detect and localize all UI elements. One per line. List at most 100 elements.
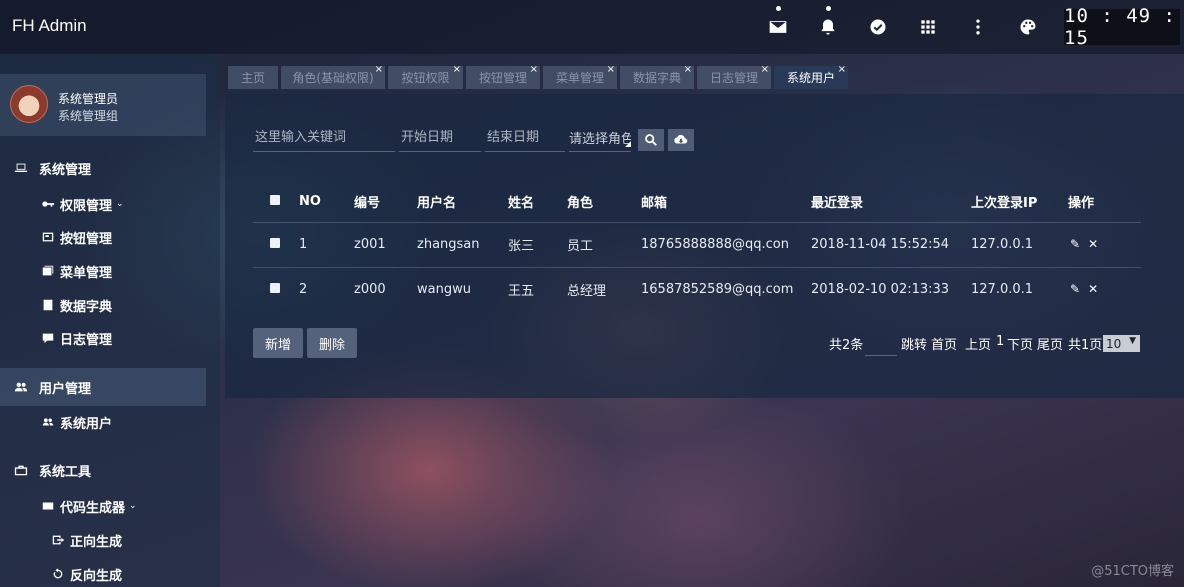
check-circle-icon[interactable] bbox=[865, 14, 891, 40]
table-row[interactable]: 2 z000 wangwu 王五 总经理 16587852589@qq.com … bbox=[253, 266, 1141, 312]
tab-label: 系统用户 bbox=[786, 71, 835, 85]
keyword-search-input[interactable] bbox=[253, 124, 395, 152]
cloud-download-icon bbox=[674, 134, 688, 144]
sidebar-item-system-users[interactable]: 系统用户 bbox=[0, 407, 206, 437]
sidebar-item-button-management[interactable]: 按钮管理 bbox=[0, 222, 206, 252]
sidebar-item-data-dictionary[interactable]: 数据字典 bbox=[0, 290, 206, 320]
column-header[interactable]: 角色 bbox=[567, 182, 641, 222]
close-icon[interactable]: × bbox=[607, 64, 615, 75]
page-size-value: 10 bbox=[1106, 336, 1122, 351]
key-icon bbox=[40, 196, 56, 212]
sidebar-item-code-generator[interactable]: 代码生成器 ⌄ bbox=[0, 491, 206, 521]
close-icon[interactable]: × bbox=[684, 64, 692, 75]
table-row[interactable]: 1 z001 zhangsan 张三 员工 18765888888@qq.con… bbox=[253, 221, 1141, 267]
tab-button-management[interactable]: 按钮管理 × bbox=[466, 64, 540, 89]
sidebar-item-label: 权限管理 bbox=[60, 198, 113, 214]
clock: 10 : 49 : 15 bbox=[1064, 5, 1180, 49]
column-header[interactable]: 上次登录IP bbox=[971, 182, 1068, 222]
tab-label: 菜单管理 bbox=[555, 71, 604, 85]
page-jump-input[interactable] bbox=[865, 330, 897, 356]
row-select-cell bbox=[253, 221, 299, 267]
palette-icon[interactable] bbox=[1015, 14, 1041, 40]
delete-button[interactable]: 删除 bbox=[307, 328, 357, 358]
row-checkbox[interactable] bbox=[270, 238, 280, 248]
sidebar-item-label: 菜单管理 bbox=[60, 265, 113, 281]
tab-home[interactable]: 主页 bbox=[228, 66, 278, 89]
apps-grid-icon[interactable] bbox=[915, 14, 941, 40]
tab-log-management[interactable]: 日志管理 × bbox=[697, 64, 771, 89]
search-button[interactable] bbox=[638, 129, 664, 151]
sidebar-item-system-tools[interactable]: 系统工具 bbox=[0, 455, 206, 485]
delete-icon[interactable]: ✕ bbox=[1086, 282, 1100, 296]
more-vert-icon[interactable] bbox=[965, 14, 991, 40]
close-icon[interactable]: × bbox=[453, 64, 461, 75]
bell-icon[interactable] bbox=[815, 6, 841, 40]
pager-last[interactable]: 尾页 bbox=[1037, 334, 1063, 353]
column-header[interactable]: 邮箱 bbox=[641, 182, 811, 222]
sidebar-item-label: 正向生成 bbox=[70, 534, 123, 550]
user-group: 系统管理组 bbox=[58, 109, 119, 123]
sidebar-item-label: 数据字典 bbox=[60, 299, 113, 315]
sidebar-item-label: 按钮管理 bbox=[60, 231, 113, 247]
pager-total: 共2条 bbox=[829, 338, 864, 353]
column-header[interactable]: 姓名 bbox=[508, 182, 567, 222]
tab-system-users[interactable]: 系统用户 × bbox=[774, 64, 848, 89]
add-button[interactable]: 新增 bbox=[253, 328, 303, 358]
column-header[interactable]: 用户名 bbox=[417, 182, 508, 222]
mail-icon[interactable] bbox=[765, 6, 791, 40]
avatar bbox=[10, 85, 48, 123]
edit-icon[interactable]: ✎ bbox=[1068, 237, 1082, 251]
cell-email: 16587852589@qq.com bbox=[641, 266, 811, 312]
column-header[interactable]: 最近登录 bbox=[811, 182, 971, 222]
cell-last-ip: 127.0.0.1 bbox=[971, 266, 1068, 312]
pager-current: 1 bbox=[996, 334, 1005, 349]
tab-label: 角色(基础权限) bbox=[292, 71, 374, 85]
column-header[interactable]: 编号 bbox=[354, 182, 417, 222]
row-checkbox[interactable] bbox=[270, 283, 280, 294]
tab-menu-management[interactable]: 菜单管理 × bbox=[543, 64, 617, 89]
cell-code: z000 bbox=[354, 266, 417, 312]
dropdown-triangle-icon bbox=[625, 141, 631, 147]
select-all-checkbox[interactable] bbox=[270, 195, 280, 206]
sidebar-item-menu-management[interactable]: 菜单管理 bbox=[0, 256, 206, 286]
sidebar: 系统管理员 系统管理组 系统管理 权限管理 ⌄ 按钮管理 菜单管理 数据字典 日… bbox=[0, 54, 220, 587]
user-name: 系统管理员 bbox=[58, 92, 119, 106]
cell-email: 18765888888@qq.con bbox=[641, 221, 811, 267]
menu-list-icon bbox=[40, 263, 56, 279]
sidebar-item-user-management[interactable]: 用户管理 bbox=[0, 368, 206, 406]
tab-data-dictionary[interactable]: 数据字典 × bbox=[620, 64, 694, 89]
export-button[interactable] bbox=[668, 129, 694, 151]
sidebar-item-permissions[interactable]: 权限管理 ⌄ bbox=[0, 189, 206, 219]
close-icon[interactable]: × bbox=[375, 64, 383, 75]
people-small-icon bbox=[40, 414, 56, 430]
page-size-select[interactable]: 10 ▼ bbox=[1103, 335, 1140, 352]
tab-role-permissions[interactable]: 角色(基础权限) × bbox=[281, 64, 385, 89]
sidebar-item-forward-generate[interactable]: 正向生成 bbox=[0, 525, 206, 555]
close-icon[interactable]: × bbox=[530, 64, 538, 75]
column-header[interactable]: NO bbox=[299, 182, 354, 222]
tab-label: 按钮管理 bbox=[478, 71, 527, 85]
role-select[interactable]: 请选择角色 bbox=[569, 124, 631, 152]
cell-actions: ✎ ✕ bbox=[1068, 266, 1141, 312]
sidebar-item-label: 系统管理 bbox=[39, 162, 92, 178]
start-date-input[interactable] bbox=[399, 124, 481, 152]
sidebar-item-label: 系统工具 bbox=[39, 464, 92, 480]
end-date-input[interactable] bbox=[485, 124, 565, 152]
close-icon[interactable]: × bbox=[761, 64, 769, 75]
sidebar-item-system-admin[interactable]: 系统管理 bbox=[0, 153, 206, 183]
cell-code: z001 bbox=[354, 221, 417, 267]
delete-icon[interactable]: ✕ bbox=[1086, 237, 1100, 251]
pager-jump[interactable]: 跳转 bbox=[901, 334, 927, 353]
sidebar-item-log-management[interactable]: 日志管理 bbox=[0, 323, 206, 353]
tab-button-permissions[interactable]: 按钮权限 × bbox=[388, 64, 463, 89]
pager-prev[interactable]: 上页 bbox=[965, 334, 991, 353]
close-icon[interactable]: × bbox=[838, 64, 846, 75]
pager-next[interactable]: 下页 bbox=[1007, 334, 1033, 353]
user-card[interactable]: 系统管理员 系统管理组 bbox=[0, 74, 206, 136]
cell-role: 总经理 bbox=[567, 266, 641, 312]
notification-dot bbox=[776, 6, 781, 11]
edit-icon[interactable]: ✎ bbox=[1068, 282, 1082, 296]
sidebar-item-reverse-generate[interactable]: 反向生成 bbox=[0, 559, 206, 587]
pager-first[interactable]: 首页 bbox=[931, 334, 957, 353]
dropdown-caret-icon: ▼ bbox=[1129, 336, 1136, 346]
